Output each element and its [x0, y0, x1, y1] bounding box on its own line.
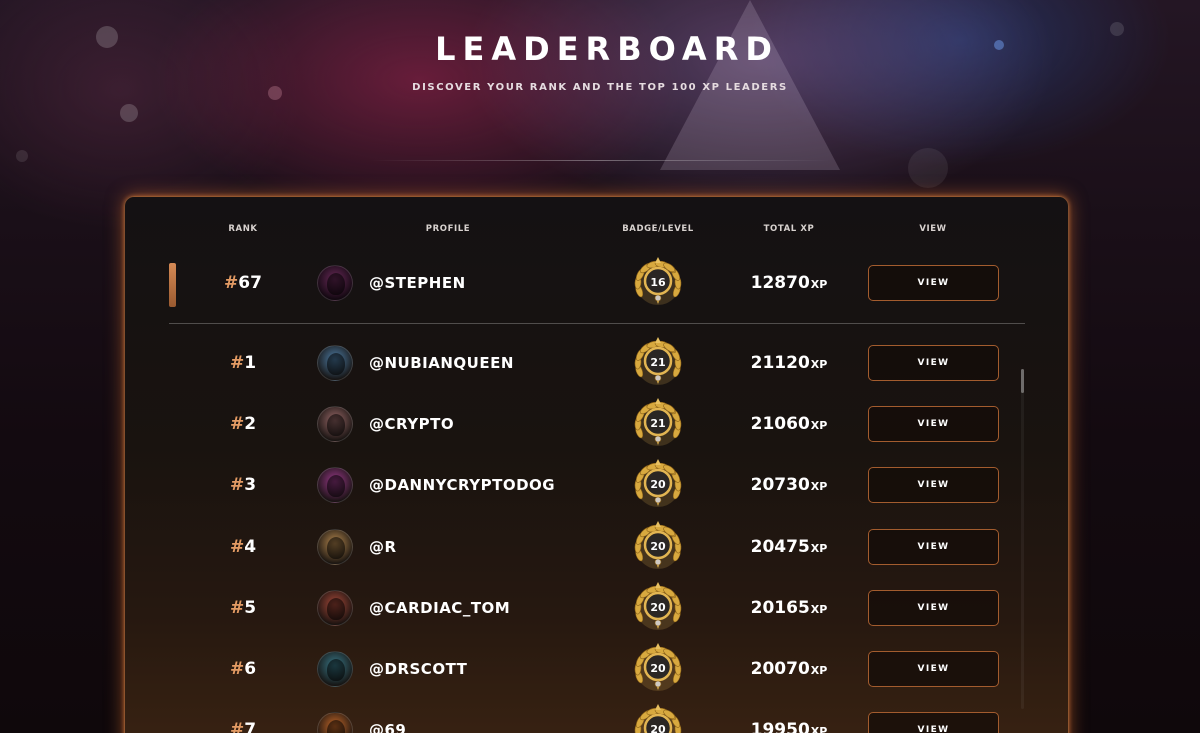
username[interactable]: @R — [369, 538, 397, 556]
level-value: 20 — [650, 539, 666, 553]
username[interactable]: @DRSCOTT — [369, 660, 467, 678]
total-xp: 20165XP — [750, 597, 828, 618]
total-xp: 12870XP — [750, 273, 828, 293]
total-xp: 19950XP — [750, 720, 828, 733]
total-xp: 21060XP — [750, 414, 828, 435]
view-profile-button[interactable]: VIEW — [868, 589, 999, 626]
rank-value: #7 — [229, 720, 257, 733]
page-title: LEADERBOARD — [435, 30, 779, 68]
total-xp: 20070XP — [750, 659, 828, 679]
current-user-marker — [169, 263, 176, 307]
view-profile-button[interactable]: VIEW — [868, 345, 999, 381]
column-header-badge: BADGE/LEVEL — [622, 224, 694, 234]
username[interactable]: @CRYPTO — [369, 415, 454, 433]
avatar[interactable] — [317, 406, 353, 443]
level-badge-icon: 20 — [629, 518, 687, 576]
username[interactable]: @DANNYCRYPTODOG — [369, 476, 555, 494]
row-separator — [169, 323, 1025, 324]
username[interactable]: @NUBIANQUEEN — [369, 354, 514, 372]
avatar[interactable] — [317, 712, 353, 733]
leaderboard-row: #1 @NUBIANQUEEN 21 21120XP VIEW — [125, 334, 1068, 392]
level-value: 20 — [650, 600, 666, 614]
total-xp: 20475XP — [750, 536, 828, 557]
level-value: 21 — [650, 417, 666, 431]
rank-value: #5 — [229, 597, 257, 618]
view-profile-button[interactable]: VIEW — [868, 406, 999, 443]
username[interactable]: @CARDIAC_TOM — [369, 599, 510, 617]
level-badge-icon: 21 — [629, 395, 687, 453]
level-badge-icon: 20 — [629, 456, 687, 514]
level-value: 20 — [650, 478, 666, 492]
column-header-xp: TOTAL XP — [763, 224, 815, 234]
level-badge-icon: 20 — [629, 640, 687, 698]
avatar[interactable] — [317, 651, 353, 687]
leaderboard-row: #2 @CRYPTO 21 21060XP VIEW — [125, 395, 1068, 453]
bokeh-light — [120, 104, 138, 122]
level-badge-icon: 20 — [629, 579, 687, 637]
bokeh-light — [16, 150, 28, 162]
page-subtitle: DISCOVER YOUR RANK AND THE TOP 100 XP LE… — [412, 82, 788, 93]
header-divider — [370, 160, 830, 161]
view-profile-button[interactable]: VIEW — [868, 528, 999, 565]
view-profile-button[interactable]: VIEW — [868, 712, 999, 733]
avatar[interactable] — [317, 467, 353, 504]
total-xp: 20730XP — [750, 475, 828, 496]
level-value: 21 — [650, 356, 666, 369]
leaderboard-row: #7 @69 20 19950XP VIEW — [125, 701, 1068, 733]
leaderboard-row: #6 @DRSCOTT 20 20070XP VIEW — [125, 640, 1068, 698]
current-user-row: #67 @STEPHEN 16 12870XP VIEW — [125, 254, 1068, 312]
username[interactable]: @69 — [369, 721, 406, 733]
bokeh-light — [908, 148, 948, 188]
rank-value: #1 — [229, 353, 257, 373]
view-profile-button[interactable]: VIEW — [868, 651, 999, 687]
column-header-view: VIEW — [919, 224, 947, 234]
scrollbar-track[interactable] — [1021, 369, 1024, 709]
rank-value: #6 — [229, 659, 257, 679]
avatar[interactable] — [317, 589, 353, 626]
username[interactable]: @STEPHEN — [369, 274, 466, 292]
level-value: 16 — [650, 276, 666, 289]
avatar[interactable] — [317, 528, 353, 565]
column-header-profile: PROFILE — [425, 224, 471, 234]
leaderboard-row: #5 @CARDIAC_TOM 20 20165XP VIEW — [125, 579, 1068, 637]
avatar[interactable] — [317, 345, 353, 381]
rank-value: #2 — [229, 414, 257, 435]
rank-value: #4 — [229, 536, 257, 557]
level-badge-icon: 21 — [629, 334, 687, 392]
level-badge-icon: 16 — [629, 254, 687, 312]
avatar[interactable] — [317, 265, 353, 301]
leaderboard-panel: RANK PROFILE BADGE/LEVEL TOTAL XP VIEW #… — [124, 196, 1069, 733]
scrollbar-thumb[interactable] — [1021, 369, 1024, 393]
leaderboard-row: #4 @R 20 20475XP VIEW — [125, 518, 1068, 576]
column-header-rank: RANK — [228, 224, 258, 234]
level-value: 20 — [650, 723, 666, 733]
view-profile-button[interactable]: VIEW — [868, 265, 999, 301]
level-badge-icon: 20 — [629, 701, 687, 733]
rank-value: #67 — [224, 273, 262, 293]
total-xp: 21120XP — [750, 353, 828, 373]
view-profile-button[interactable]: VIEW — [868, 467, 999, 504]
leaderboard-row: #3 @DANNYCRYPTODOG 20 20730XP VIEW — [125, 456, 1068, 514]
page-header: LEADERBOARD DISCOVER YOUR RANK AND THE T… — [0, 30, 1200, 93]
rank-value: #3 — [229, 475, 257, 496]
level-value: 20 — [650, 662, 666, 675]
